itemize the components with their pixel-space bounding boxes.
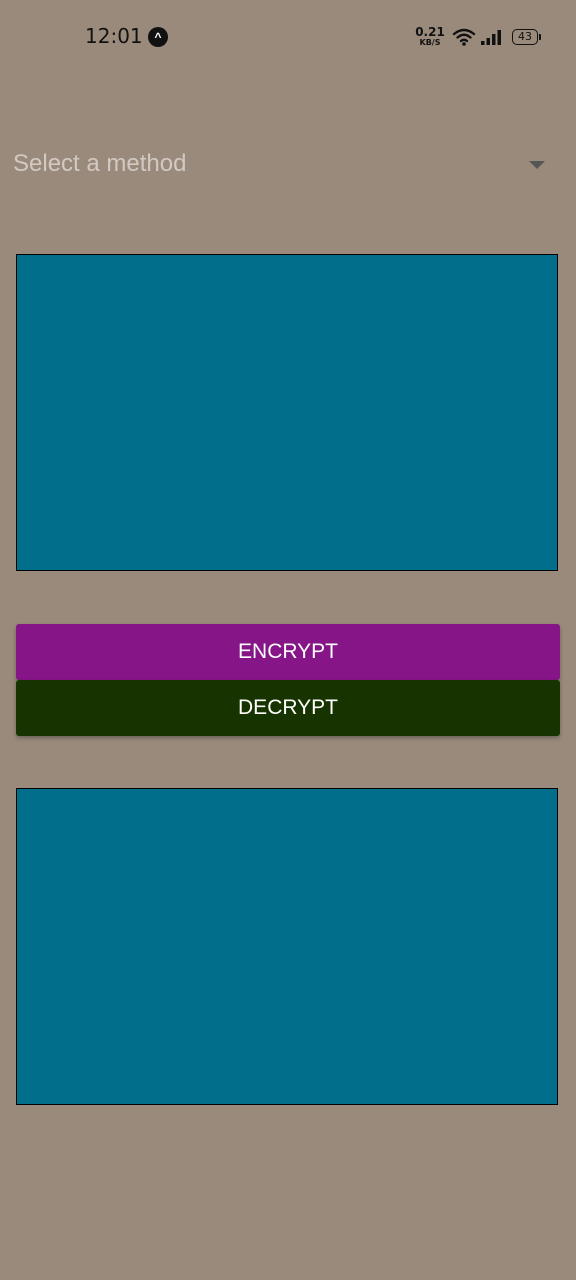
output-text-box[interactable]: [16, 788, 558, 1105]
battery-level: 43: [518, 30, 532, 43]
status-time: 12:01: [85, 24, 143, 48]
input-text-box[interactable]: [16, 254, 558, 571]
wifi-icon: [452, 28, 476, 46]
network-speed-value: 0.21: [415, 25, 445, 39]
battery-tip: [539, 34, 541, 40]
chevron-down-icon[interactable]: [529, 161, 545, 169]
method-dropdown[interactable]: Select a method: [0, 130, 576, 200]
battery-icon: 43: [512, 29, 538, 45]
method-placeholder: Select a method: [13, 150, 187, 177]
signal-icon: [481, 30, 501, 45]
decrypt-button[interactable]: DECRYPT: [16, 680, 560, 736]
network-speed-unit: KB/S: [419, 38, 441, 47]
encrypt-button[interactable]: ENCRYPT: [16, 624, 560, 680]
network-speed: 0.21 KB/S: [414, 26, 446, 47]
status-bar: 12:01 ^ 0.21 KB/S 43: [0, 0, 576, 74]
app-notification-icon: ^: [148, 27, 168, 47]
